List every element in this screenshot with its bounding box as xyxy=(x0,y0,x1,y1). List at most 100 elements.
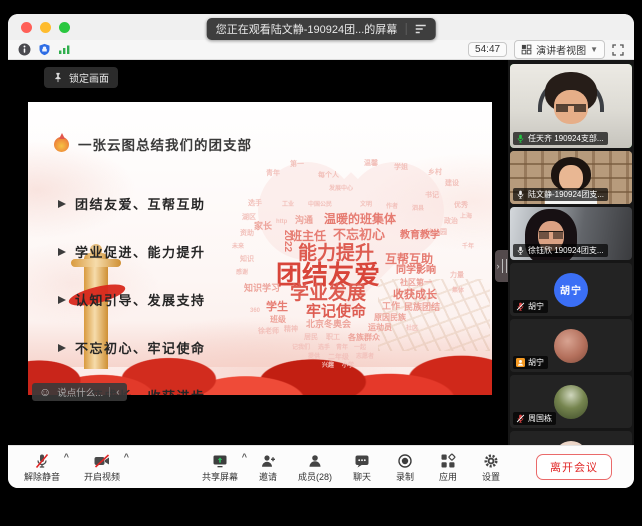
mic-active-icon xyxy=(516,134,525,143)
slide-title: 一张云图总结我们的团支部 xyxy=(78,134,252,154)
pin-icon xyxy=(53,72,63,83)
pin-view-button[interactable]: 锁定画面 xyxy=(44,67,118,88)
quick-chat-input[interactable]: ☺ 说点什么... ‹ xyxy=(32,383,127,401)
cloud-word: 民族团结 xyxy=(404,303,440,312)
cloud-word: 温暖的班集体 xyxy=(324,213,396,225)
cloud-word: 未来 xyxy=(232,244,244,250)
cloud-word: 工作 xyxy=(382,302,400,311)
word-cloud: 青年第一每个人温馨学姐乡村建设发展中心书记优秀选手湖区工业中国公民文明作者泗县上… xyxy=(232,156,482,370)
settings-label: 设置 xyxy=(482,470,500,483)
handle-grip xyxy=(502,259,507,273)
more-options-caret[interactable]: ^ xyxy=(242,452,247,462)
participant-tile[interactable]: 任天齐 190924支部... xyxy=(510,64,632,148)
cloud-word: 家长 xyxy=(254,222,272,231)
participant-label: 胡宁 xyxy=(513,356,548,369)
meeting-window: 您正在观看陆文静-190924团...的屏幕 54:47 演讲者视图 ▼ 锁定画… xyxy=(8,14,634,488)
participant-tile[interactable]: 陆文静-190924团支... xyxy=(510,151,632,204)
participant-tile[interactable]: 胡宁 xyxy=(510,319,632,372)
mic-on-icon xyxy=(516,190,525,199)
cloud-word: 提供 xyxy=(308,354,320,360)
banner-menu-icon[interactable] xyxy=(414,24,426,34)
cloud-word: 政治 xyxy=(444,218,458,225)
participants-panel: 任天齐 190924支部... 陆文静-190924团支... 徐钰欣 190924… xyxy=(508,60,634,445)
cloud-word: 作者 xyxy=(386,204,398,210)
cloud-word: 收获成长 xyxy=(393,290,437,301)
participant-avatar xyxy=(510,431,632,445)
cloud-word: 书记 xyxy=(425,192,439,199)
mic-muted-icon xyxy=(516,302,525,311)
cloud-word: 选手 xyxy=(318,345,330,351)
participant-tile[interactable]: 胡宁胡宁 xyxy=(510,263,632,316)
share-screen-button[interactable]: 共享屏幕^ xyxy=(200,451,240,483)
cloud-word: 青年 xyxy=(266,170,280,177)
meeting-toolbar: 解除静音^开启视频^ 共享屏幕^邀请成员(28)聊天录制应用设置 离开会议 xyxy=(8,445,634,488)
cloud-word: 记我们 xyxy=(292,345,310,351)
pin-view-label: 锁定画面 xyxy=(69,70,109,85)
participant-tile[interactable]: 徐钰欣 190924团支... xyxy=(510,207,632,260)
arrow-bullet-icon xyxy=(58,248,66,256)
share-screen-label: 共享屏幕 xyxy=(202,470,238,483)
participant-tile[interactable] xyxy=(510,431,632,445)
encryption-shield-icon[interactable] xyxy=(38,43,51,56)
cloud-word: 选手 xyxy=(248,200,262,207)
chat-collapse-icon[interactable]: ‹ xyxy=(116,387,119,398)
slide-bullet: 不忘初心、牢记使命 xyxy=(58,338,206,357)
record-button[interactable]: 录制 xyxy=(390,451,420,483)
share-screen-icon xyxy=(212,453,228,469)
cloud-word: 不忘初心 xyxy=(333,228,385,241)
participant-label: 徐钰欣 190924团支... xyxy=(513,244,608,257)
no-audio-icon xyxy=(516,358,525,367)
cloud-word: 居民 xyxy=(304,334,318,341)
fullscreen-icon[interactable] xyxy=(612,44,624,56)
participant-name: 周国栋 xyxy=(528,413,552,424)
invite-label: 邀请 xyxy=(259,470,277,483)
settings-button[interactable]: 设置 xyxy=(476,451,506,483)
chat-button[interactable]: 聊天 xyxy=(347,451,377,483)
start-video-button[interactable]: 开启视频^ xyxy=(82,451,122,483)
camera-off-red-icon xyxy=(93,453,111,469)
leave-meeting-button[interactable]: 离开会议 xyxy=(536,454,612,480)
panel-collapse-handle[interactable]: › xyxy=(495,250,508,282)
cloud-word: 学业发展 xyxy=(290,284,366,303)
invite-button[interactable]: 邀请 xyxy=(253,451,283,483)
cloud-word: 教育教学 xyxy=(400,231,440,241)
participants-button[interactable]: 成员(28) xyxy=(296,451,334,483)
meeting-info-icon[interactable] xyxy=(18,43,31,56)
more-options-caret[interactable]: ^ xyxy=(124,452,129,462)
slide-bullet-text: 学业促进、能力提升 xyxy=(75,242,206,261)
minimize-window-button[interactable] xyxy=(40,22,51,33)
cloud-word: 资助 xyxy=(240,230,254,237)
cloud-word: 青年 xyxy=(336,345,348,351)
unmute-button[interactable]: 解除静音^ xyxy=(22,451,62,483)
viewing-banner[interactable]: 您正在观看陆文静-190924团...的屏幕 xyxy=(207,18,436,40)
cloud-word: 班主任 xyxy=(290,230,326,242)
shared-slide: 一张云图总结我们的团支部 团结友爱、互帮互助学业促进、能力提升认知引导、发展支持… xyxy=(28,102,492,395)
participant-name: 任天齐 190924支部... xyxy=(528,133,604,144)
person-plus-icon xyxy=(260,453,276,469)
emoji-icon[interactable]: ☺ xyxy=(39,386,51,398)
cloud-word: 乡村 xyxy=(428,169,442,176)
cloud-word: 兴趣 xyxy=(322,363,334,369)
cloud-word: 班级 xyxy=(270,316,286,324)
view-mode-button[interactable]: 演讲者视图 ▼ xyxy=(514,40,605,59)
zoom-window-button[interactable] xyxy=(59,22,70,33)
arrow-bullet-icon xyxy=(58,200,66,208)
participant-label: 胡宁 xyxy=(513,300,548,313)
arrow-bullet-icon xyxy=(58,344,66,352)
cloud-word: 社区 xyxy=(406,326,418,332)
more-options-caret[interactable]: ^ xyxy=(64,452,69,462)
apps-button[interactable]: 应用 xyxy=(433,451,463,483)
cloud-word: 知识学习 xyxy=(244,284,280,293)
meeting-timer: 54:47 xyxy=(468,42,507,57)
cloud-word: 二年级 xyxy=(328,354,349,361)
cloud-word: 第一 xyxy=(290,161,304,168)
cloud-word: 小学 xyxy=(342,363,354,369)
cloud-word: 互帮互助 xyxy=(385,253,433,265)
person-icon xyxy=(307,453,323,469)
participant-tile[interactable]: 周国栋 xyxy=(510,375,632,428)
viewing-banner-text: 您正在观看陆文静-190924团...的屏幕 xyxy=(216,21,398,37)
arrow-bullet-icon xyxy=(58,296,66,304)
slide-bullets: 团结友爱、互帮互助学业促进、能力提升认知引导、发展支持不忘初心、牢记使命收获成长… xyxy=(58,194,206,395)
cloud-word: 中国公民 xyxy=(308,202,332,208)
close-window-button[interactable] xyxy=(21,22,32,33)
